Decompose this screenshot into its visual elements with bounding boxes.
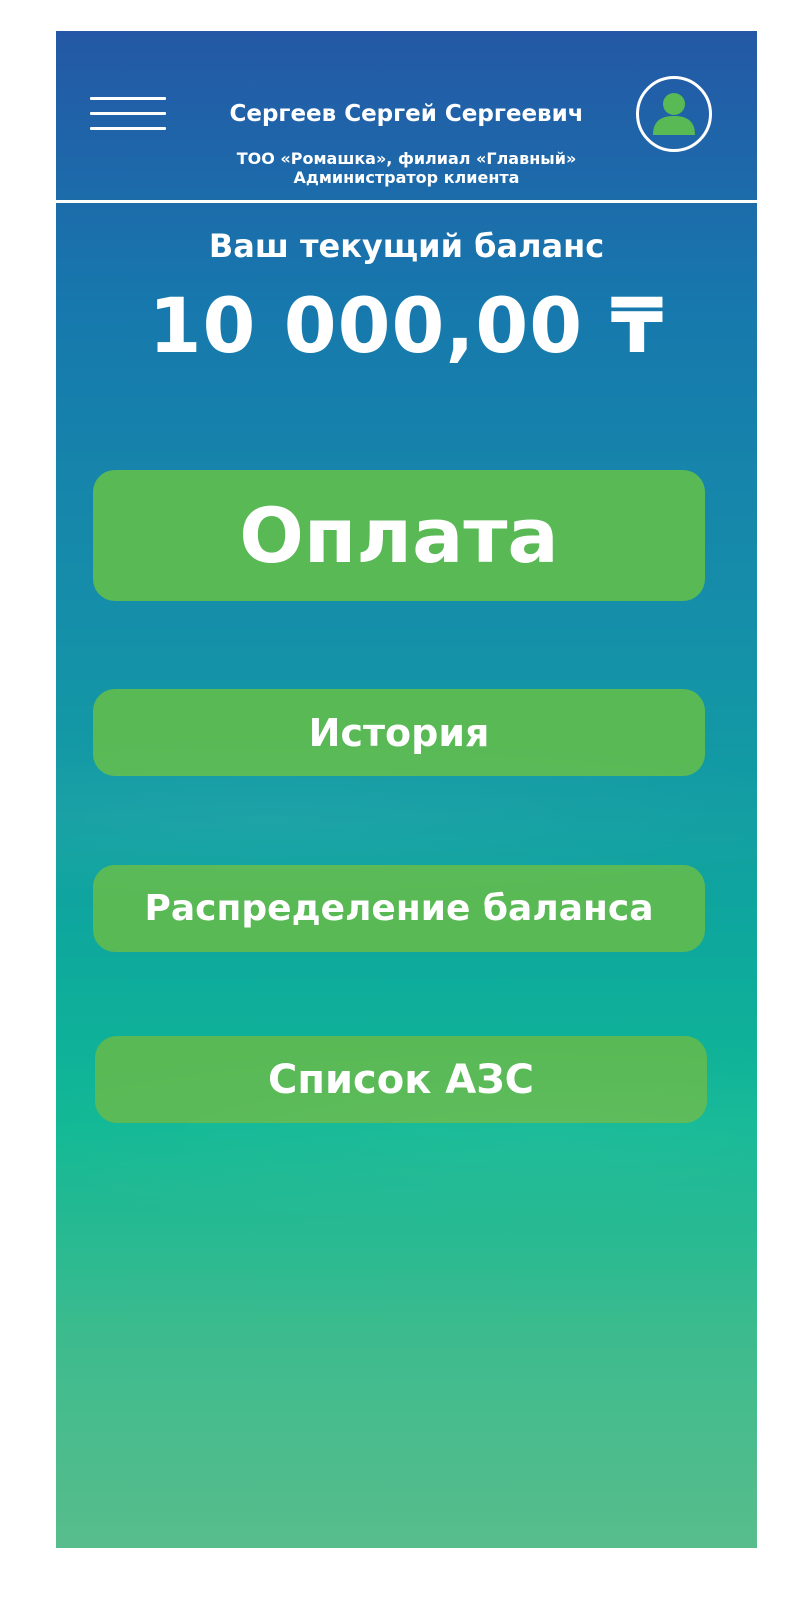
user-avatar-icon[interactable] [636,76,712,152]
person-icon [653,93,695,135]
pay-button[interactable]: Оплата [93,470,705,601]
menu-line [90,127,166,130]
app-screen: Сергеев Сергей Сергеевич ТОО «Ромашка», … [56,31,757,1548]
history-button[interactable]: История [93,689,705,776]
company-name: ТОО «Ромашка», филиал «Главный» [236,149,577,168]
balance-label: Ваш текущий баланс [208,227,605,265]
balance-amount: 10 000,00 ₸ [148,281,665,370]
balance-distribution-button[interactable]: Распределение баланса [93,865,705,952]
header: Сергеев Сергей Сергеевич ТОО «Ромашка», … [56,31,757,203]
user-role: Администратор клиента [293,168,520,187]
menu-line [90,112,166,115]
gas-stations-list-button[interactable]: Список АЗС [95,1036,707,1123]
hamburger-menu-icon[interactable] [90,95,166,133]
user-name: Сергеев Сергей Сергеевич [229,101,584,127]
menu-line [90,97,166,100]
